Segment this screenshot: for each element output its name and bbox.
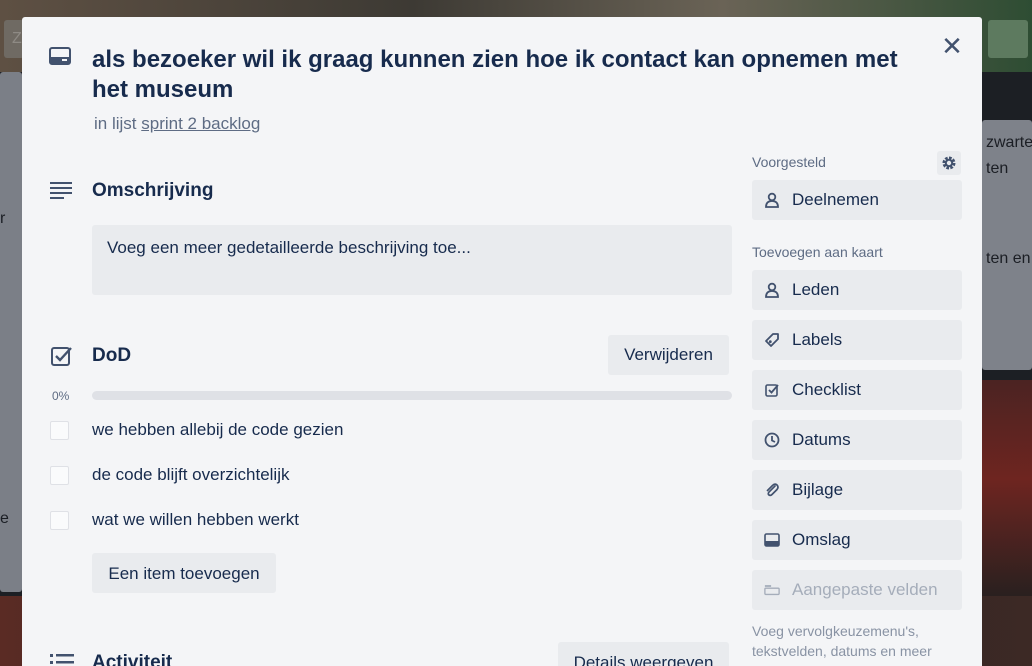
close-icon[interactable]: ✕ bbox=[940, 33, 964, 59]
board-background-photo bbox=[982, 380, 1032, 600]
card-title[interactable]: als bezoeker wil ik graag kunnen zien ho… bbox=[92, 45, 922, 105]
board-list-right bbox=[982, 120, 1032, 370]
description-icon bbox=[50, 181, 72, 204]
board-left-text: Z bbox=[12, 30, 22, 47]
list-link[interactable]: sprint 2 backlog bbox=[141, 114, 260, 133]
custom-fields-icon bbox=[764, 582, 780, 598]
checklist-item-label[interactable]: we hebben allebij de code gezien bbox=[92, 420, 343, 440]
custom-fields-button[interactable]: Aangepaste velden bbox=[752, 570, 962, 610]
person-icon bbox=[764, 192, 780, 208]
dates-label: Datums bbox=[792, 430, 851, 449]
add-checklist-item-button[interactable]: Een item toevoegen bbox=[92, 553, 276, 593]
card-detail-modal: ✕ als bezoeker wil ik graag kunnen zien … bbox=[22, 17, 982, 666]
checklist-icon bbox=[764, 382, 780, 398]
join-button[interactable]: Deelnemen bbox=[752, 180, 962, 220]
attachment-button[interactable]: Bijlage bbox=[752, 470, 962, 510]
labels-label: Labels bbox=[792, 330, 843, 349]
description-input[interactable]: Voeg een meer gedetailleerde beschrijvin… bbox=[92, 225, 732, 295]
checklist-item-label[interactable]: de code blijft overzichtelijk bbox=[92, 465, 289, 485]
card-list-info: in lijst sprint 2 backlog bbox=[94, 114, 260, 134]
checklist-item-label[interactable]: wat we willen hebben werkt bbox=[92, 510, 299, 530]
clock-icon bbox=[764, 432, 780, 448]
checklist-item-checkbox[interactable] bbox=[50, 466, 69, 485]
card-cover-icon bbox=[764, 532, 780, 548]
gear-icon[interactable] bbox=[937, 151, 961, 175]
custom-fields-label: Aangepaste velden bbox=[792, 580, 938, 599]
activity-heading: Activiteit bbox=[92, 652, 173, 666]
checklist-item-checkbox[interactable] bbox=[50, 511, 69, 530]
labels-button[interactable]: Labels bbox=[752, 320, 962, 360]
person-icon bbox=[764, 282, 780, 298]
join-label: Deelnemen bbox=[792, 190, 879, 209]
cover-label: Omslag bbox=[792, 530, 851, 549]
dates-button[interactable]: Datums bbox=[752, 420, 962, 460]
members-label: Leden bbox=[792, 280, 840, 299]
board-header-power-button bbox=[988, 20, 1028, 58]
checklist-label: Checklist bbox=[792, 380, 861, 399]
attachment-label: Bijlage bbox=[792, 480, 844, 499]
board-left-text: e bbox=[0, 510, 9, 527]
board-left-text: r bbox=[0, 210, 6, 227]
custom-fields-note: Voeg vervolgkeuzemenu's, tekstvelden, da… bbox=[752, 623, 932, 659]
board-right-text: zwarte bbox=[986, 134, 1032, 151]
show-details-button[interactable]: Details weergeven bbox=[558, 642, 729, 666]
tag-icon bbox=[764, 332, 780, 348]
members-button[interactable]: Leden bbox=[752, 270, 962, 310]
card-icon bbox=[49, 47, 71, 70]
checklist-progress-bar bbox=[92, 391, 732, 400]
checklist-button[interactable]: Checklist bbox=[752, 370, 962, 410]
cover-button[interactable]: Omslag bbox=[752, 520, 962, 560]
checklist-item-checkbox[interactable] bbox=[50, 421, 69, 440]
checklist-icon bbox=[51, 345, 73, 372]
board-right-text: ten en bbox=[986, 250, 1031, 267]
checklist-heading[interactable]: DoD bbox=[92, 345, 131, 367]
checklist-progress-percent: 0% bbox=[52, 389, 70, 403]
delete-checklist-button[interactable]: Verwijderen bbox=[608, 335, 729, 375]
in-list-prefix: in lijst bbox=[94, 114, 137, 133]
board-right-text: ten bbox=[986, 160, 1009, 177]
suggested-heading: Voorgesteld bbox=[752, 154, 826, 170]
description-heading: Omschrijving bbox=[92, 180, 214, 201]
paperclip-icon bbox=[764, 482, 780, 498]
activity-icon bbox=[50, 653, 74, 666]
add-to-card-heading: Toevoegen aan kaart bbox=[752, 244, 883, 260]
